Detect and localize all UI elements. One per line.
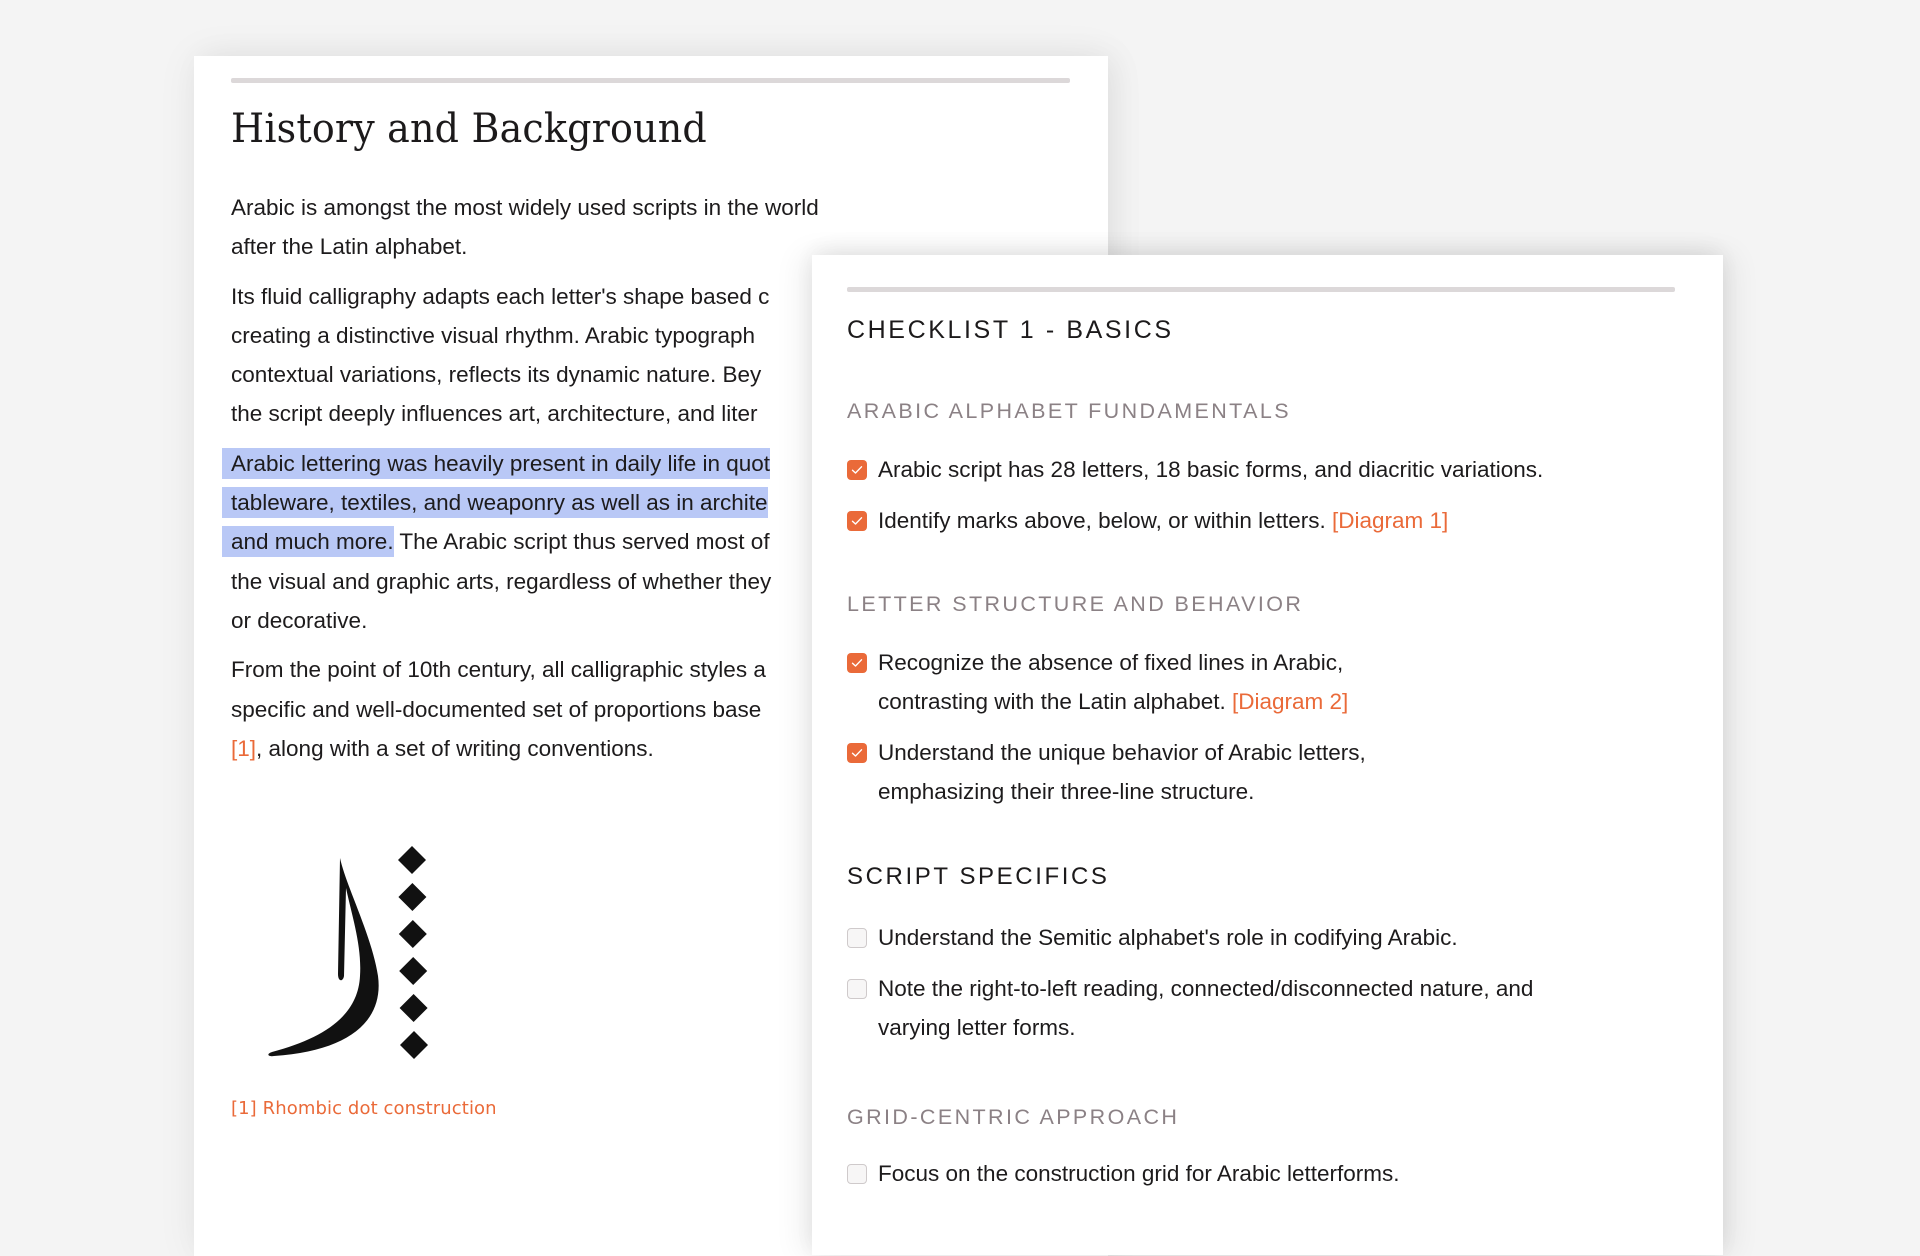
item-line: Identify marks above, below, or within l… — [878, 508, 1332, 534]
checklist-item-text: Understand the Semitic alphabet's role i… — [878, 918, 1458, 957]
checkmark-icon — [851, 517, 863, 525]
rhombic-dot — [400, 1031, 428, 1059]
item-line: varying letter forms. — [878, 1015, 1076, 1041]
rhombic-dot — [398, 883, 427, 911]
paragraph-2-line: the script deeply influences art, archit… — [231, 401, 758, 427]
checklist-item[interactable]: Arabic script has 28 letters, 18 basic f… — [847, 450, 1687, 489]
section-heading: LETTER STRUCTURE AND BEHAVIOR — [847, 591, 1304, 616]
checklist-item-text: Understand the unique behavior of Arabic… — [878, 733, 1366, 812]
checklist-page: CHECKLIST 1 - BASICS ARABIC ALPHABET FUN… — [812, 255, 1723, 1255]
checklist-item[interactable]: Note the right-to-left reading, connecte… — [847, 969, 1687, 1048]
rhombic-dot — [398, 846, 426, 874]
checklist-item[interactable]: Understand the unique behavior of Arabic… — [847, 733, 1687, 812]
checkbox-checked[interactable] — [847, 460, 867, 480]
checklist-item-text: Note the right-to-left reading, connecte… — [878, 969, 1533, 1048]
item-line: Note the right-to-left reading, connecte… — [878, 976, 1534, 1002]
item-line: Understand the Semitic alphabet's role i… — [878, 924, 1458, 950]
footnote-reference-link[interactable]: [1] — [231, 736, 256, 761]
paragraph-3-line: or decorative. — [231, 607, 368, 633]
checklist-item-text: Identify marks above, below, or within l… — [878, 501, 1448, 540]
paragraph-3-line: the visual and graphic arts, regardless … — [231, 568, 772, 594]
rhombic-dot — [399, 957, 428, 985]
item-line: Recognize the absence of fixed lines in … — [878, 649, 1344, 675]
checkbox-unchecked[interactable] — [847, 979, 867, 1000]
checklist-section: SCRIPT SPECIFICS Understand the Semitic … — [847, 862, 1687, 1048]
selected-text[interactable]: and much more. — [231, 526, 394, 558]
checklist-item[interactable]: Recognize the absence of fixed lines in … — [847, 643, 1687, 722]
checklist-section: GRID-CENTRIC APPROACH Focus on the const… — [847, 1102, 1687, 1193]
selected-text[interactable]: Arabic lettering was heavily present in … — [231, 447, 771, 479]
checklist-item-text: Recognize the absence of fixed lines in … — [878, 643, 1348, 722]
paragraph-4-line: specific and well-documented set of prop… — [231, 696, 762, 722]
rhombic-dot — [399, 994, 428, 1022]
checkmark-icon — [851, 749, 863, 757]
rhombic-dots — [398, 846, 428, 1059]
checkmark-icon — [851, 658, 863, 667]
paragraph-4-line: From the point of 10th century, all call… — [231, 657, 766, 683]
item-line: Focus on the construction grid for Arabi… — [878, 1160, 1400, 1186]
arabic-letter-icon — [268, 846, 428, 1059]
paragraph-3-text: The Arabic script thus served most of — [393, 529, 770, 555]
diagram-link[interactable]: [Diagram 1] — [1332, 508, 1448, 533]
calligraphy-stroke — [268, 858, 379, 1057]
checklist-item-text: Arabic script has 28 letters, 18 basic f… — [878, 450, 1543, 489]
item-line: contrasting with the Latin alphabet. — [878, 688, 1232, 714]
rhombic-dot — [398, 920, 427, 948]
item-line: Understand the unique behavior of Arabic… — [878, 740, 1366, 766]
diagram-link[interactable]: [Diagram 2] — [1232, 689, 1348, 714]
item-line: emphasizing their three-line structure. — [878, 779, 1255, 805]
paragraph-1: Arabic is amongst the most widely used s… — [231, 195, 819, 260]
checklist-content: CHECKLIST 1 - BASICS ARABIC ALPHABET FUN… — [847, 310, 1687, 1193]
paragraph-2-line: Its fluid calligraphy adapts each letter… — [231, 283, 770, 309]
checkbox-unchecked[interactable] — [847, 927, 867, 948]
checklist-section: ARABIC ALPHABET FUNDAMENTALS Arabic scri… — [847, 396, 1687, 541]
checkbox-checked[interactable] — [847, 743, 867, 764]
rhombic-dot-figure — [254, 826, 454, 1066]
figure-caption[interactable]: [1] Rhombic dot construction — [231, 1098, 497, 1119]
paragraph-2-line: contextual variations, reflects its dyna… — [231, 362, 762, 388]
selected-text[interactable]: tableware, textiles, and weaponry as wel… — [231, 487, 768, 519]
checklist-top-divider — [847, 287, 1675, 292]
checklist-section: LETTER STRUCTURE AND BEHAVIOR Recognize … — [847, 589, 1687, 812]
item-line: Arabic script has 28 letters, 18 basic f… — [878, 457, 1544, 482]
section-heading: GRID-CENTRIC APPROACH — [847, 1104, 1180, 1129]
section-heading: ARABIC ALPHABET FUNDAMENTALS — [847, 399, 1291, 423]
paragraph-4-tail: , along with a set of writing convention… — [256, 735, 654, 761]
checklist-item[interactable]: Understand the Semitic alphabet's role i… — [847, 918, 1687, 957]
section-heading: SCRIPT SPECIFICS — [847, 862, 1110, 890]
page-top-divider — [231, 78, 1070, 83]
checklist-title: CHECKLIST 1 - BASICS — [847, 316, 1174, 344]
checkbox-checked[interactable] — [847, 511, 867, 532]
checkmark-icon — [851, 466, 863, 474]
checkbox-checked[interactable] — [847, 652, 867, 673]
page-title: History and Background — [231, 106, 707, 152]
checkbox-unchecked[interactable] — [847, 1163, 867, 1184]
checklist-item-text: Focus on the construction grid for Arabi… — [878, 1154, 1399, 1193]
paragraph-2-line: creating a distinctive visual rhythm. Ar… — [231, 322, 756, 348]
checklist-item[interactable]: Identify marks above, below, or within l… — [847, 501, 1687, 540]
checklist-item[interactable]: Focus on the construction grid for Arabi… — [847, 1154, 1687, 1193]
